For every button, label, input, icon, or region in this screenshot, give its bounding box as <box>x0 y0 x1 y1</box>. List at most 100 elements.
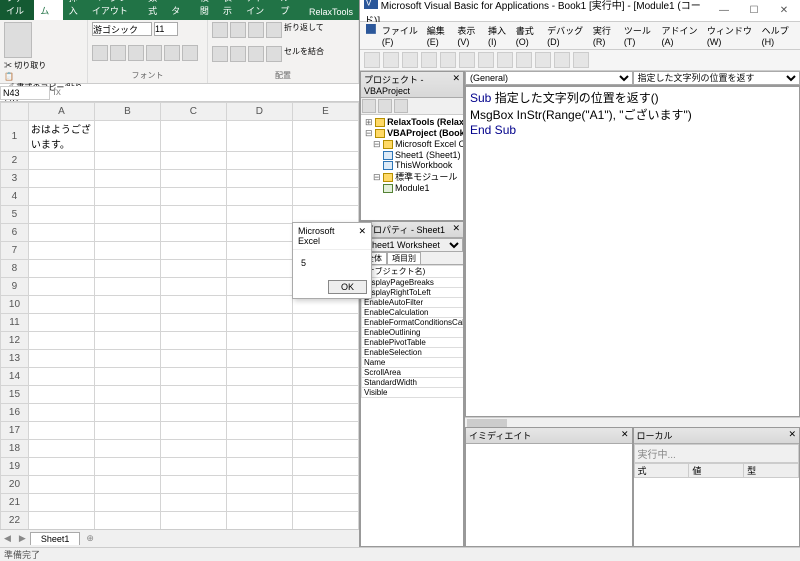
cell-A9[interactable] <box>28 278 94 296</box>
prop-row[interactable]: ScrollArea <box>362 368 464 378</box>
cell-D3[interactable] <box>226 170 292 188</box>
locals-close-icon[interactable]: ✕ <box>788 429 796 442</box>
underline-button[interactable] <box>128 45 144 61</box>
fx-icon[interactable]: fx <box>50 87 64 98</box>
cell-C12[interactable] <box>160 332 226 350</box>
cell-D9[interactable] <box>226 278 292 296</box>
tab-relaxtools[interactable]: RelaxTools <box>303 4 359 20</box>
cell-E11[interactable] <box>292 314 358 332</box>
align-middle-button[interactable] <box>230 22 246 38</box>
cell-A3[interactable] <box>28 170 94 188</box>
tb-break-icon[interactable] <box>535 52 551 68</box>
cell-C8[interactable] <box>160 260 226 278</box>
copy-button[interactable]: 📋 <box>4 72 83 81</box>
tree-sheet1[interactable]: Sheet1 (Sheet1) <box>363 150 461 160</box>
cell-C5[interactable] <box>160 206 226 224</box>
cell-D4[interactable] <box>226 188 292 206</box>
cell-B3[interactable] <box>94 170 160 188</box>
row-header-15[interactable]: 15 <box>1 386 29 404</box>
menu-view[interactable]: 表示(V) <box>457 24 482 47</box>
prop-row[interactable]: NameSheet1 <box>362 358 464 368</box>
cell-D22[interactable] <box>226 512 292 530</box>
row-header-5[interactable]: 5 <box>1 206 29 224</box>
sheet-nav-next[interactable]: ▶ <box>15 533 30 544</box>
cell-C13[interactable] <box>160 350 226 368</box>
tb-redo-icon[interactable] <box>497 52 513 68</box>
code-hscroll[interactable] <box>465 417 800 427</box>
prop-row[interactable]: EnablePivotTableFalse <box>362 338 464 348</box>
cell-C19[interactable] <box>160 458 226 476</box>
cell-C6[interactable] <box>160 224 226 242</box>
menu-insert[interactable]: 挿入(I) <box>488 24 510 47</box>
col-header-E[interactable]: E <box>292 103 358 121</box>
cell-A11[interactable] <box>28 314 94 332</box>
prop-row[interactable]: StandardWidth8.38 <box>362 378 464 388</box>
row-header-22[interactable]: 22 <box>1 512 29 530</box>
cell-E14[interactable] <box>292 368 358 386</box>
tab-data[interactable]: データ <box>165 0 194 20</box>
row-header-13[interactable]: 13 <box>1 350 29 368</box>
cell-B15[interactable] <box>94 386 160 404</box>
tb-reset-icon[interactable] <box>554 52 570 68</box>
cell-E17[interactable] <box>292 422 358 440</box>
cell-B11[interactable] <box>94 314 160 332</box>
cell-D14[interactable] <box>226 368 292 386</box>
cell-B13[interactable] <box>94 350 160 368</box>
font-size-input[interactable] <box>154 22 178 36</box>
menu-tools[interactable]: ツール(T) <box>624 24 656 47</box>
align-top-button[interactable] <box>212 22 228 38</box>
cell-A7[interactable] <box>28 242 94 260</box>
cell-E2[interactable] <box>292 152 358 170</box>
immediate-close-icon[interactable]: ✕ <box>621 429 629 442</box>
cell-C21[interactable] <box>160 494 226 512</box>
font-name-input[interactable] <box>92 22 152 36</box>
cell-E1[interactable] <box>292 121 358 152</box>
tree-thisworkbook[interactable]: ThisWorkbook <box>363 160 461 170</box>
tree-module1[interactable]: Module1 <box>363 183 461 193</box>
name-box[interactable] <box>0 86 50 100</box>
msgbox-close-icon[interactable]: ✕ <box>358 226 366 246</box>
menu-help[interactable]: ヘルプ(H) <box>762 24 794 47</box>
cell-A22[interactable] <box>28 512 94 530</box>
cell-A1[interactable]: おはようございます。 <box>28 121 94 152</box>
menu-debug[interactable]: デバッグ(D) <box>547 24 587 47</box>
cell-A15[interactable] <box>28 386 94 404</box>
code-procedure-dropdown[interactable]: 指定した文字列の位置を返す <box>633 71 800 85</box>
worksheet-grid[interactable]: ABCDE1おはようございます。234567891011121314151617… <box>0 102 359 529</box>
cell-B2[interactable] <box>94 152 160 170</box>
cell-D12[interactable] <box>226 332 292 350</box>
menu-window[interactable]: ウィンドウ(W) <box>707 24 756 47</box>
row-header-10[interactable]: 10 <box>1 296 29 314</box>
cell-C20[interactable] <box>160 476 226 494</box>
cell-E4[interactable] <box>292 188 358 206</box>
toggle-folders-icon[interactable] <box>394 99 408 113</box>
menu-file[interactable]: ファイル(F) <box>382 24 421 47</box>
prop-row[interactable]: EnableCalculationTrue <box>362 308 464 318</box>
cell-A4[interactable] <box>28 188 94 206</box>
tb-paste-icon[interactable] <box>440 52 456 68</box>
cell-E18[interactable] <box>292 440 358 458</box>
col-header-C[interactable]: C <box>160 103 226 121</box>
menu-addins[interactable]: アドイン(A) <box>661 24 700 47</box>
row-header-9[interactable]: 9 <box>1 278 29 296</box>
close-button[interactable]: ✕ <box>772 5 796 16</box>
tab-view[interactable]: 表示 <box>217 0 240 20</box>
prop-row[interactable]: EnableOutliningFalse <box>362 328 464 338</box>
view-object-icon[interactable] <box>378 99 392 113</box>
cell-E19[interactable] <box>292 458 358 476</box>
tb-copy-icon[interactable] <box>421 52 437 68</box>
cell-D17[interactable] <box>226 422 292 440</box>
cell-C15[interactable] <box>160 386 226 404</box>
cell-A12[interactable] <box>28 332 94 350</box>
align-bottom-button[interactable] <box>248 22 264 38</box>
properties-close-icon[interactable]: ✕ <box>452 223 460 236</box>
maximize-button[interactable]: ☐ <box>742 5 766 16</box>
cell-C2[interactable] <box>160 152 226 170</box>
properties-object-select[interactable]: Sheet1 Worksheet <box>361 238 463 252</box>
cell-E22[interactable] <box>292 512 358 530</box>
cell-B19[interactable] <box>94 458 160 476</box>
tab-home[interactable]: ホーム <box>34 0 62 20</box>
bold-button[interactable] <box>92 45 108 61</box>
sheet-nav-prev[interactable]: ◀ <box>0 533 15 544</box>
merge-button[interactable] <box>266 46 282 62</box>
